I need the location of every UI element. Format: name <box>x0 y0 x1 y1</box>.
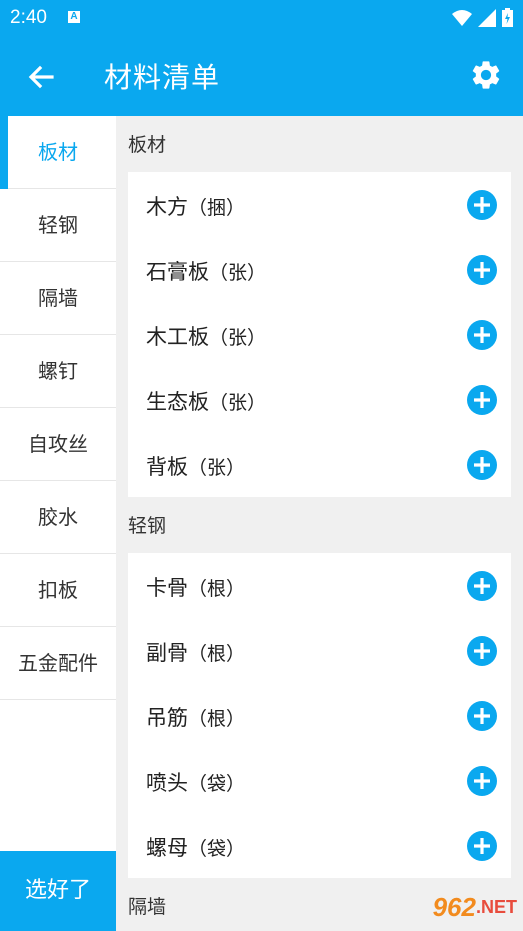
item-name: 生态板 <box>146 390 209 414</box>
add-icon[interactable] <box>467 385 497 415</box>
item-name: 木方 <box>146 195 188 219</box>
list-item: 生态板（张） <box>128 367 511 432</box>
add-icon[interactable] <box>467 320 497 350</box>
add-icon[interactable] <box>467 450 497 480</box>
list-item: 卡骨（根） <box>128 553 511 618</box>
wifi-icon <box>452 9 472 26</box>
item-label: 卡骨（根） <box>146 572 245 602</box>
app-bar: 材料清单 <box>0 36 523 116</box>
item-name: 卡骨 <box>146 576 188 600</box>
page-title: 材料清单 <box>104 61 221 94</box>
list-item: 木方（捆） <box>128 172 511 237</box>
item-name: 木工板 <box>146 325 209 349</box>
signal-icon <box>478 8 496 27</box>
item-name: 螺母 <box>146 836 188 860</box>
watermark-logo: 962 .NET <box>387 887 517 927</box>
add-icon[interactable] <box>467 831 497 861</box>
add-icon[interactable] <box>467 255 497 285</box>
back-button[interactable] <box>24 60 58 94</box>
done-button[interactable]: 选好了 <box>0 851 116 931</box>
gear-icon <box>472 61 500 89</box>
section-card: 木方（捆） 石膏板（张） 木工板（张） 生态板（张） 背板（张） <box>128 172 511 497</box>
item-unit: （根） <box>188 643 246 665</box>
item-label: 生态板（张） <box>146 386 266 416</box>
section-title: 轻钢 <box>128 515 167 537</box>
sidebar-item-self-tapping-screws[interactable]: 自攻丝 <box>0 408 116 481</box>
list-item: 石膏板（张） <box>128 237 511 302</box>
category-sidebar: 板材 轻钢 隔墙 螺钉 自攻丝 胶水 扣板 五金配件 选好了 <box>0 116 116 931</box>
add-icon[interactable] <box>467 190 497 220</box>
item-unit: （张） <box>188 457 246 479</box>
item-unit: （张） <box>209 327 267 349</box>
battery-icon <box>502 8 513 27</box>
item-unit: （张） <box>209 392 267 414</box>
item-label: 石膏板（张） <box>146 256 266 286</box>
watermark-main: 962 <box>432 891 476 922</box>
item-label: 木方（捆） <box>146 191 245 221</box>
watermark-suffix: .NET <box>475 896 517 917</box>
item-name: 石膏板 <box>146 260 209 284</box>
item-unit: （袋） <box>188 838 246 860</box>
item-label: 副骨（根） <box>146 637 245 667</box>
item-unit: （张） <box>209 262 267 284</box>
add-icon[interactable] <box>467 701 497 731</box>
sidebar-item-screws[interactable]: 螺钉 <box>0 335 116 408</box>
item-name: 吊筋 <box>146 706 188 730</box>
item-name: 副骨 <box>146 641 188 665</box>
section-card: 卡骨（根） 副骨（根） 吊筋（根） 喷头（袋） 螺母（袋） <box>128 553 511 878</box>
list-item: 喷头（袋） <box>128 748 511 813</box>
sidebar-item-hardware[interactable]: 五金配件 <box>0 627 116 700</box>
list-item: 吊筋（根） <box>128 683 511 748</box>
sidebar-item-glue[interactable]: 胶水 <box>0 481 116 554</box>
sidebar-item-boards[interactable]: 板材 <box>0 116 116 189</box>
item-name: 背板 <box>146 455 188 479</box>
settings-button[interactable] <box>469 58 503 92</box>
sidebar-item-ceiling-panel[interactable]: 扣板 <box>0 554 116 627</box>
item-label: 背板（张） <box>146 451 245 481</box>
item-unit: （根） <box>188 708 246 730</box>
item-label: 吊筋（根） <box>146 702 245 732</box>
list-item: 背板（张） <box>128 432 511 497</box>
item-unit: （袋） <box>188 773 246 795</box>
status-time: 2:40 <box>10 7 47 28</box>
item-unit: （捆） <box>188 197 246 219</box>
material-list[interactable]: 板材 木方（捆） 石膏板（张） 木工板（张） 生态板（张） 背板（张） 轻钢 卡… <box>116 116 523 931</box>
item-label: 木工板（张） <box>146 321 266 351</box>
list-item: 螺母（袋） <box>128 813 511 878</box>
item-label: 喷头（袋） <box>146 767 245 797</box>
list-item: 副骨（根） <box>128 618 511 683</box>
add-icon[interactable] <box>467 766 497 796</box>
notification-icon: A <box>68 11 80 23</box>
item-label: 螺母（袋） <box>146 832 245 862</box>
add-icon[interactable] <box>467 636 497 666</box>
list-item: 木工板（张） <box>128 302 511 367</box>
item-unit: （根） <box>188 578 246 600</box>
sidebar-item-partition-wall[interactable]: 隔墙 <box>0 262 116 335</box>
status-icons <box>452 8 513 27</box>
section-title: 板材 <box>128 134 167 156</box>
item-name: 喷头 <box>146 771 188 795</box>
sidebar-item-light-steel[interactable]: 轻钢 <box>0 189 116 262</box>
status-bar: 2:40 A <box>0 0 523 36</box>
arrow-left-icon <box>28 65 54 89</box>
add-icon[interactable] <box>467 571 497 601</box>
